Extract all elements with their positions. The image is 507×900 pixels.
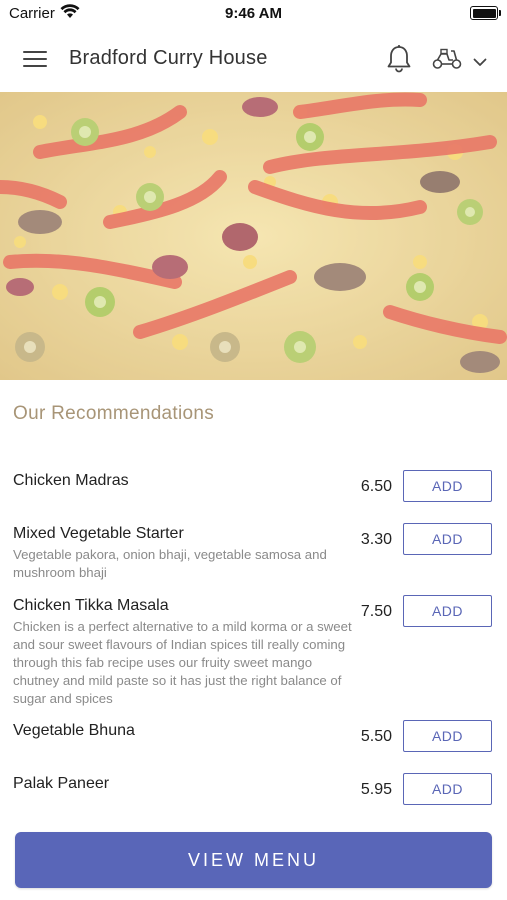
recommendations-title: Our Recommendations bbox=[13, 403, 215, 424]
item-description: Chicken is a perfect alternative to a mi… bbox=[13, 619, 352, 706]
status-bar: Carrier 9:46 AM bbox=[0, 0, 507, 28]
item-price: 7.50 bbox=[360, 603, 392, 620]
add-button[interactable]: ADD bbox=[403, 470, 492, 502]
hero-pizza-image bbox=[0, 92, 507, 380]
add-button[interactable]: ADD bbox=[403, 523, 492, 555]
menu-item: Chicken Tikka Masala Chicken is a perfec… bbox=[0, 595, 507, 706]
chevron-down-icon[interactable] bbox=[473, 54, 487, 72]
status-time: 9:46 AM bbox=[225, 5, 282, 22]
item-name: Chicken Madras bbox=[13, 472, 129, 489]
item-description: Vegetable pakora, onion bhaji, vegetable… bbox=[13, 547, 327, 580]
scooter-icon[interactable] bbox=[432, 48, 462, 75]
menu-icon[interactable] bbox=[23, 49, 47, 69]
add-button[interactable]: ADD bbox=[403, 773, 492, 805]
item-name: Mixed Vegetable Starter bbox=[13, 525, 184, 542]
bell-icon[interactable] bbox=[386, 44, 412, 79]
add-button[interactable]: ADD bbox=[403, 595, 492, 627]
menu-item: Chicken Madras 6.50 ADD bbox=[0, 470, 507, 504]
app-header: Bradford Curry House bbox=[0, 28, 507, 92]
view-menu-button[interactable]: VIEW MENU bbox=[15, 832, 492, 888]
item-price: 5.50 bbox=[360, 728, 392, 745]
menu-item: Vegetable Bhuna 5.50 ADD bbox=[0, 720, 507, 754]
battery-icon bbox=[470, 6, 501, 20]
item-name: Vegetable Bhuna bbox=[13, 722, 135, 739]
item-name: Palak Paneer bbox=[13, 775, 110, 792]
item-price: 3.30 bbox=[360, 531, 392, 548]
restaurant-title: Bradford Curry House bbox=[69, 47, 268, 69]
menu-item: Mixed Vegetable Starter Vegetable pakora… bbox=[0, 523, 507, 583]
menu-item: Palak Paneer 5.95 ADD bbox=[0, 773, 507, 807]
add-button[interactable]: ADD bbox=[403, 720, 492, 752]
item-price: 6.50 bbox=[360, 478, 392, 495]
item-name: Chicken Tikka Masala bbox=[13, 597, 169, 614]
item-price: 5.95 bbox=[360, 781, 392, 798]
